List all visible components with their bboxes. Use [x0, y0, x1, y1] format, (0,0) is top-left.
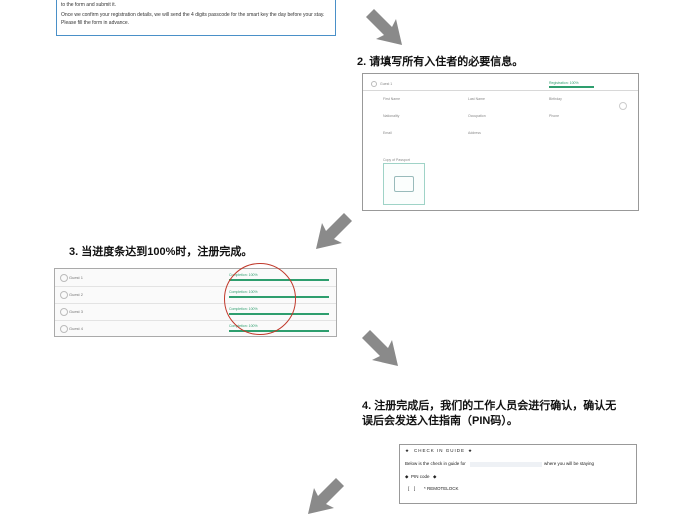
divider [363, 90, 638, 91]
guest-tab[interactable]: Guest 1 [380, 82, 392, 86]
avatar [60, 325, 68, 333]
instruction-line: Please fill the form in advance. [61, 20, 130, 26]
pin-bracket: [ [408, 486, 410, 491]
check-in-guide-screenshot: ★ CHECK IN GUIDE ★ Below is the check in… [399, 444, 637, 504]
guest-name: Guest 2 [69, 292, 84, 297]
guest-name: Guest 3 [69, 309, 84, 314]
guide-title: CHECK IN GUIDE [414, 448, 466, 453]
guest-name: Guest 1 [69, 275, 84, 280]
arrow-down-left-icon [312, 209, 356, 253]
pin-label: PIN code [411, 474, 430, 479]
avatar [371, 81, 377, 87]
diamond-icon: ◆ [405, 474, 409, 479]
field-address[interactable]: Address [468, 131, 481, 135]
date-picker-icon[interactable] [619, 102, 627, 110]
field-email[interactable]: Email [383, 131, 392, 135]
arrow-down-right-icon [358, 326, 402, 370]
id-card-icon [394, 176, 414, 192]
field-first-name[interactable]: First Name [383, 97, 400, 101]
highlight-circle [224, 263, 296, 335]
diamond-icon: ◆ [433, 474, 437, 479]
property-name-redacted [470, 462, 542, 467]
avatar [60, 308, 68, 316]
step3-caption: 3. 当进度条达到100%时，注册完成。 [69, 246, 253, 258]
form-progress-bar [549, 86, 594, 88]
pin-value: * REMOTELOCK [424, 486, 459, 491]
upload-label: Copy of Passport [383, 158, 410, 162]
field-nationality[interactable]: Nationality [383, 114, 399, 118]
passport-upload-box[interactable] [383, 163, 425, 205]
field-birthday[interactable]: Birthday [549, 97, 562, 101]
instruction-screenshot: to the form and submit it. Once we confi… [56, 0, 336, 36]
arrow-down-right-icon [362, 5, 406, 49]
pin-separator: ] [414, 486, 416, 491]
form-progress-label: Registration: 100% [549, 81, 579, 85]
field-occupation[interactable]: Occupation [468, 114, 486, 118]
guide-intro-suffix: where you will be staying [544, 461, 595, 466]
instruction-line: to the form and submit it. [61, 2, 117, 8]
guide-intro: Below is the check in guide for [405, 461, 466, 466]
step2-caption: 2. 请填写所有入住者的必要信息。 [357, 56, 524, 68]
star-icon: ★ [405, 448, 410, 453]
field-last-name[interactable]: Last Name [468, 97, 485, 101]
field-phone[interactable]: Phone [549, 114, 559, 118]
avatar [60, 291, 68, 299]
step4-caption-line1: 4. 注册完成后，我们的工作人员会进行确认，确认无 [362, 400, 617, 412]
table-row[interactable]: Guest 4 Completion: 100% [55, 320, 336, 337]
avatar [60, 274, 68, 282]
instruction-line: Once we confirm your registration detail… [61, 12, 325, 18]
step4-caption-line2: 误后会发送入住指南（PIN码）。 [362, 415, 518, 427]
guest-form-screenshot: Guest 1 Registration: 100% First Name La… [362, 73, 639, 211]
guest-name: Guest 4 [69, 326, 84, 331]
star-icon: ★ [468, 448, 473, 453]
table-row[interactable]: Guest 1 Completion: 100% [55, 269, 336, 287]
arrow-down-left-icon [304, 474, 348, 518]
